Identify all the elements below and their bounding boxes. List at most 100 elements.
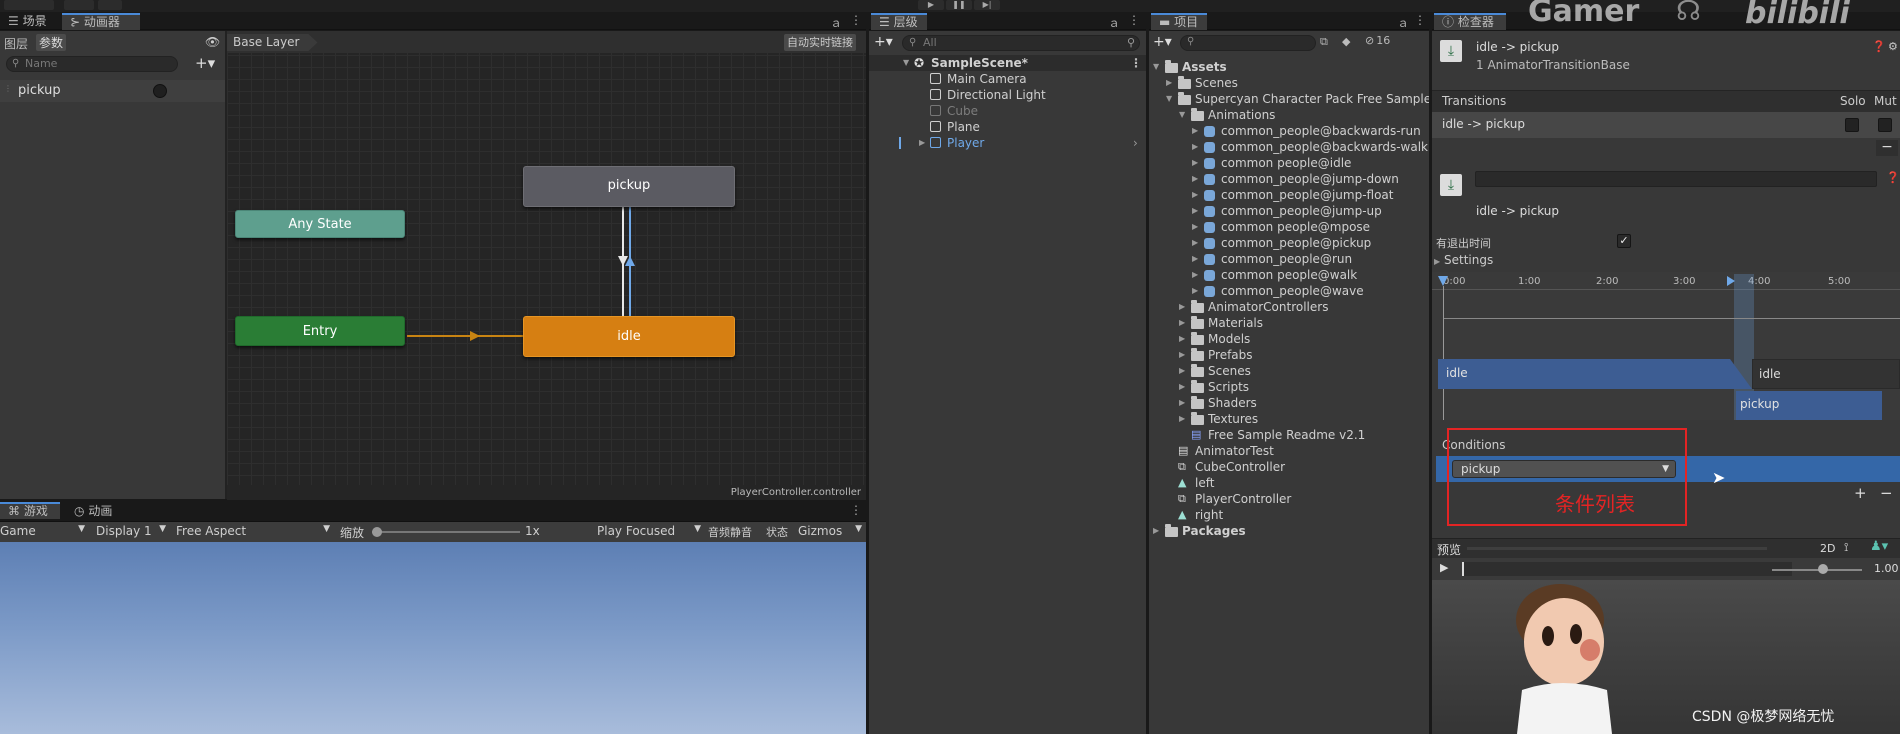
project-folder-row[interactable]: ▶ Prefabs (1149, 347, 1429, 363)
project-folder-row[interactable]: ▼ Supercyan Character Pack Free Sample (1149, 91, 1431, 107)
preview-2d-toggle[interactable]: 2D (1820, 542, 1835, 555)
expand-arrow-icon[interactable]: ▶ (1179, 411, 1185, 427)
expand-arrow-icon[interactable]: ▶ (1179, 331, 1185, 347)
project-folder-row[interactable]: ▶ Scenes (1149, 75, 1429, 91)
hierarchy-item[interactable]: Cube (869, 103, 1146, 119)
help-icon[interactable]: ❓ (1872, 40, 1886, 53)
state-entry[interactable]: Entry (235, 316, 405, 346)
hierarchy-item[interactable]: Plane (869, 119, 1146, 135)
search-options-icon[interactable]: ⚲ (1127, 36, 1135, 50)
project-folder-row[interactable]: ▼ Assets (1149, 59, 1429, 75)
account-button[interactable] (4, 0, 54, 10)
expand-arrow-icon[interactable]: ▶ (1192, 219, 1198, 235)
transition-name-input[interactable] (1475, 171, 1877, 187)
project-more-icon[interactable]: ⋮ (1414, 13, 1426, 27)
preview-speed-thumb[interactable] (1818, 564, 1828, 574)
expand-arrow-icon[interactable]: ▶ (1192, 155, 1198, 171)
project-asset-row[interactable]: ▶ common_people@jump-up (1149, 203, 1429, 219)
expand-arrow-icon[interactable]: ▶ (1192, 283, 1198, 299)
expand-arrow-icon[interactable]: ▶ (1192, 203, 1198, 219)
project-asset-row[interactable]: ▶ common people@mpose (1149, 219, 1429, 235)
mute-checkbox[interactable] (1878, 118, 1892, 132)
project-folder-row[interactable]: ▶ Packages (1149, 523, 1429, 539)
collapse-arrow-icon[interactable]: ▼ (1179, 107, 1185, 123)
tab-hierarchy[interactable]: ☰ 层级 (871, 13, 927, 30)
project-asset-row[interactable]: ▶ common_people@pickup (1149, 235, 1429, 251)
project-folder-row[interactable]: ▶ Materials (1149, 315, 1429, 331)
state-any-state[interactable]: Any State (235, 210, 405, 238)
hierarchy-more-icon[interactable]: ⋮ (1128, 13, 1140, 27)
expand-arrow-icon[interactable]: ▶ (1192, 187, 1198, 203)
project-asset-row[interactable]: ▶ common_people@backwards-walk (1149, 139, 1429, 155)
expand-arrow-icon[interactable]: ▶ (1166, 75, 1172, 91)
aspect-dropdown[interactable]: Free Aspect ▼ (176, 524, 330, 538)
preview-timeline[interactable] (1462, 562, 1792, 576)
expand-arrow-icon[interactable]: ▶ (1179, 315, 1185, 331)
preview-pivot-icon[interactable]: ⟟ (1844, 540, 1848, 555)
hierarchy-search-input[interactable]: ⚲ All ⚲ (902, 35, 1140, 51)
param-search-input[interactable]: ⚲ Name (6, 56, 178, 72)
hierarchy-item[interactable]: ▶ › Player (869, 135, 1146, 151)
settings-icon[interactable]: ⚙ (1888, 40, 1898, 53)
hierarchy-item[interactable]: Main Camera (869, 71, 1146, 87)
remove-condition-button[interactable]: − (1880, 484, 1893, 502)
tab-scene[interactable]: ☰ 场景 (0, 13, 55, 30)
hierarchy-item[interactable]: Directional Light (869, 87, 1146, 103)
has-exit-time-checkbox[interactable]: ✓ (1617, 234, 1631, 248)
hierarchy-lock-icon[interactable]: ａ (1108, 14, 1120, 31)
hierarchy-add-button[interactable]: +▾ (874, 34, 893, 50)
preview-speed-slider[interactable] (1772, 569, 1862, 571)
project-asset-row[interactable]: ▶ common_people@run (1149, 251, 1429, 267)
expand-arrow-icon[interactable]: ▶ (1192, 123, 1198, 139)
tab-animator[interactable]: ⊱ 动画器 (62, 13, 140, 30)
state-idle[interactable]: idle (523, 316, 735, 357)
project-folder-row[interactable]: ▶ Scripts (1149, 379, 1429, 395)
lock-icon[interactable]: ａ (830, 14, 842, 31)
project-asset-row[interactable]: ⧉ CubeController (1149, 459, 1429, 475)
solo-checkbox[interactable] (1845, 118, 1859, 132)
project-search-input[interactable]: ⚲ (1180, 35, 1316, 51)
expand-arrow-icon[interactable]: ▶ (1153, 523, 1159, 539)
transition-row[interactable]: idle -> pickup (1432, 112, 1900, 138)
expand-arrow-icon[interactable]: ▶ (1179, 363, 1185, 379)
layers-tab[interactable]: 图层 (4, 35, 28, 52)
project-asset-row[interactable]: ⧉ PlayerController (1149, 491, 1429, 507)
pause-button[interactable]: ❚❚ (946, 0, 972, 10)
cloud-button[interactable] (64, 0, 94, 10)
project-folder-row[interactable]: ▶ Shaders (1149, 395, 1429, 411)
scale-slider[interactable] (372, 527, 520, 537)
collapse-arrow-icon[interactable]: ▼ (903, 55, 909, 71)
chevron-right-icon[interactable]: › (1133, 135, 1138, 151)
state-pickup[interactable]: pickup (523, 166, 735, 207)
project-folder-row[interactable]: ▶ AnimatorControllers (1149, 299, 1429, 315)
gizmos-dropdown[interactable]: Gizmos ▼ (798, 524, 862, 538)
game-dropdown[interactable]: Game ▼ (0, 524, 85, 538)
clip-bar-idle[interactable]: idle (1438, 359, 1752, 389)
more-menu-icon[interactable]: ⋮ (850, 13, 862, 27)
expand-arrow-icon[interactable]: ▶ (1179, 379, 1185, 395)
mute-audio-button[interactable]: 音频静音 (708, 524, 752, 540)
clip-bar-idle-next[interactable]: idle (1752, 359, 1900, 389)
project-asset-row[interactable]: ▶ common_people@jump-down (1149, 171, 1429, 187)
project-lock-icon[interactable]: ａ (1397, 14, 1409, 31)
project-asset-row[interactable]: ▶ common_people@jump-float (1149, 187, 1429, 203)
visibility-icon[interactable]: ⊘ 16 (1365, 34, 1390, 47)
project-folder-row[interactable]: ▶ Textures (1149, 411, 1429, 427)
collapse-arrow-icon[interactable]: ▼ (1166, 91, 1172, 107)
settings-foldout[interactable]: ▶ Settings (1434, 253, 1493, 267)
params-tab[interactable]: 参数 (36, 34, 67, 51)
play-button[interactable]: ▶ (918, 0, 944, 10)
expand-arrow-icon[interactable]: ▶ (1192, 251, 1198, 267)
tab-animation[interactable]: ◷ 动画 (66, 503, 120, 520)
game-more-menu-icon[interactable]: ⋮ (850, 503, 862, 517)
preview-play-button[interactable]: ▶ (1440, 561, 1448, 574)
clip-bar-pickup[interactable]: pickup (1736, 391, 1882, 420)
project-add-button[interactable]: +▾ (1153, 34, 1172, 50)
collab-button[interactable] (98, 0, 122, 10)
expand-arrow-icon[interactable]: ▶ (1179, 395, 1185, 411)
param-row[interactable]: ⋮ pickup (0, 80, 225, 102)
project-asset-row[interactable]: ▲ right (1149, 507, 1429, 523)
preview-avatar-icon[interactable]: ♟▾ (1870, 539, 1888, 554)
stats-button[interactable]: 状态 (766, 524, 788, 540)
game-viewport[interactable] (0, 542, 866, 734)
